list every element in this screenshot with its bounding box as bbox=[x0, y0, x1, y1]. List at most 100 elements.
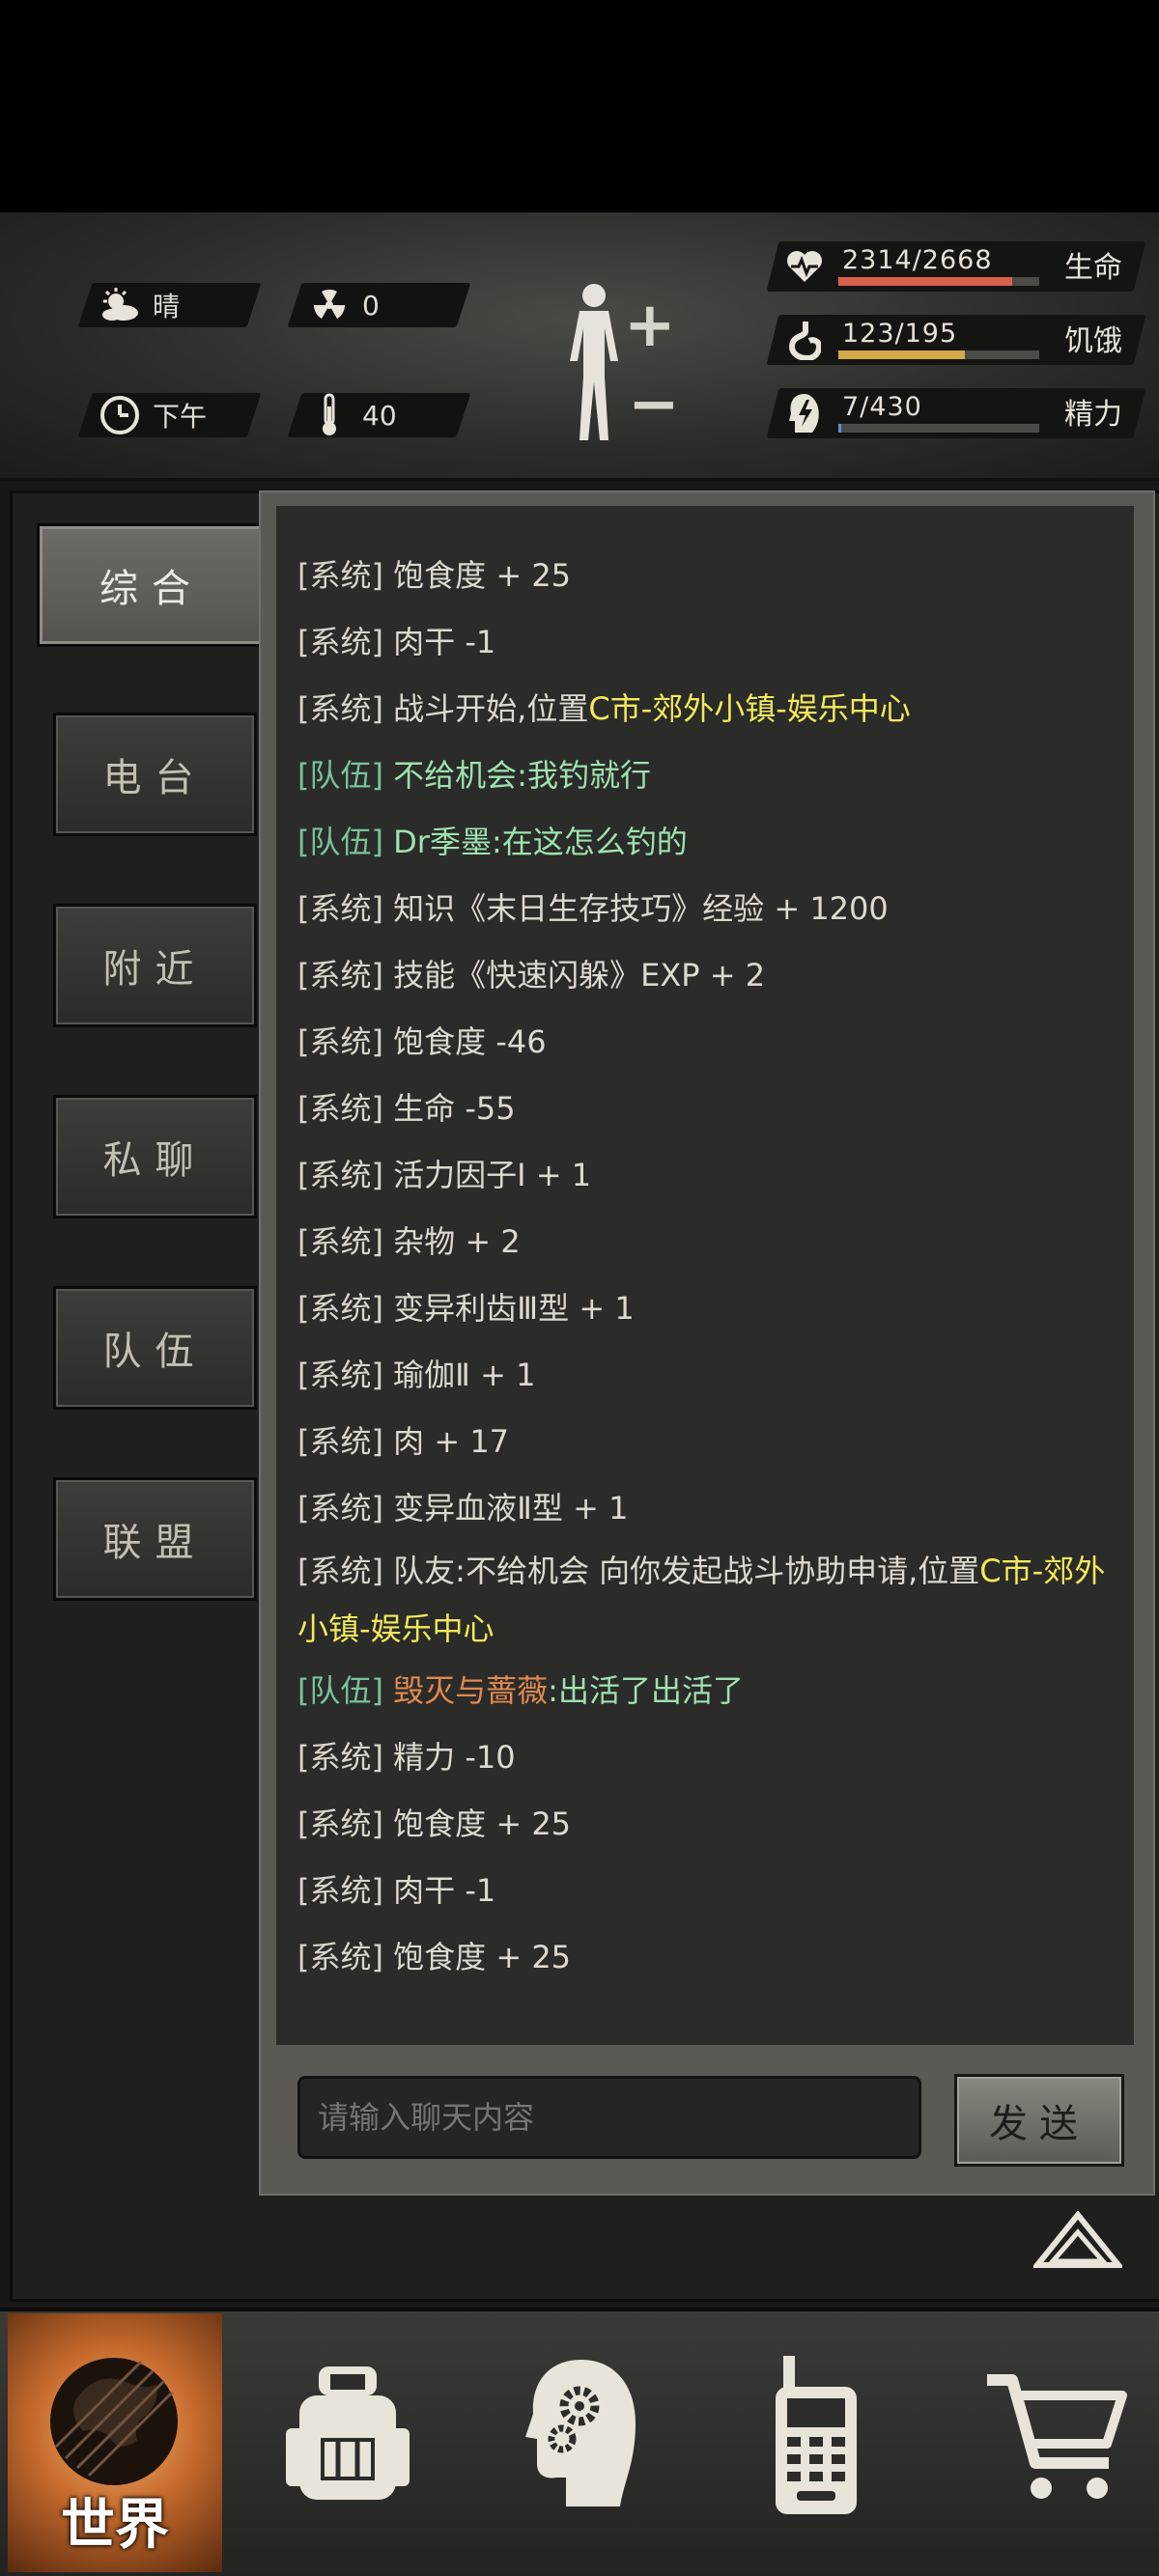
time-pill: 下午 bbox=[77, 393, 262, 437]
message-channel: [系统] bbox=[297, 1939, 383, 1975]
message-text: 队友:不给机会 向你发起战斗协助申请,位置 bbox=[393, 1553, 980, 1589]
message-sender[interactable]: 毁灭与蔷薇 bbox=[393, 1672, 548, 1709]
message-channel: [系统] bbox=[297, 1357, 383, 1393]
message-text: 饱食度 -46 bbox=[393, 1023, 547, 1060]
tab-general[interactable]: 综合 bbox=[37, 523, 267, 647]
message-channel: [系统] bbox=[297, 1490, 383, 1526]
chat-message: [系统] 战斗开始,位置C市-郊外小镇-娱乐中心 bbox=[297, 676, 1128, 742]
message-text: 饱食度 + 25 bbox=[393, 1806, 572, 1842]
time-value: 下午 bbox=[153, 401, 208, 433]
chat-message: [系统] 变异利齿Ⅲ型 + 1 bbox=[297, 1275, 1128, 1342]
minus-icon[interactable]: − bbox=[628, 369, 680, 440]
message-text: Dr季墨:在这怎么钓的 bbox=[393, 824, 688, 860]
message-channel: [系统] bbox=[297, 1023, 383, 1060]
message-list: [系统] 饱食度 + 25 [系统] 肉干 -1 [系统] 战斗开始,位置C市-郊外… bbox=[297, 521, 1128, 2012]
clipped-line bbox=[297, 521, 1128, 543]
tab-team[interactable]: 队伍 bbox=[53, 1286, 257, 1410]
chat-input[interactable] bbox=[297, 2076, 921, 2159]
cart-icon[interactable] bbox=[983, 2370, 1128, 2506]
chat-message: [系统] 变异血液Ⅱ型 + 1 bbox=[297, 1475, 1128, 1542]
chat-message: [系统] 精力 -10 bbox=[297, 1724, 1128, 1791]
message-text: 精力 -10 bbox=[393, 1739, 516, 1776]
message-text: 杂物 + 2 bbox=[393, 1223, 521, 1260]
message-channel: [系统] bbox=[297, 1423, 383, 1460]
message-text: 变异利齿Ⅲ型 + 1 bbox=[393, 1290, 635, 1327]
health-label: 生命 bbox=[1064, 251, 1122, 285]
energy-fill bbox=[838, 424, 842, 433]
chat-message: [系统] 饱食度 + 25 bbox=[297, 1924, 1128, 1991]
chat-message: [系统] 杂物 + 2 bbox=[297, 1209, 1128, 1275]
message-location-link[interactable]: C市-郊外小镇-娱乐中心 bbox=[588, 690, 910, 727]
tab-radio[interactable]: 电台 bbox=[53, 713, 257, 836]
chat-message: [队伍] 不给机会:我钓就行 bbox=[297, 742, 1128, 809]
message-channel: [系统] bbox=[297, 1157, 383, 1193]
chat-message: [系统] 活力因子Ⅰ + 1 bbox=[297, 1142, 1128, 1209]
chat-message: [队伍] Dr季墨:在这怎么钓的 bbox=[297, 809, 1128, 876]
head-gears-icon[interactable] bbox=[523, 2356, 639, 2510]
message-channel: [系统] bbox=[297, 1553, 383, 1589]
message-text: :出活了出活了 bbox=[548, 1672, 744, 1709]
message-channel: [系统] bbox=[297, 557, 383, 594]
nav-world-label: 世界 bbox=[61, 2494, 169, 2557]
chat-message: [系统] 队友:不给机会 向你发起战斗协助申请,位置C市-郊外小镇-娱乐中心 bbox=[297, 1542, 1128, 1658]
message-channel: [系统] bbox=[297, 624, 383, 660]
collapse-up-icon[interactable] bbox=[1033, 2211, 1122, 2269]
message-text: 战斗开始,位置 bbox=[393, 690, 589, 727]
message-text: 肉干 -1 bbox=[393, 624, 496, 660]
message-text: 瑜伽Ⅱ + 1 bbox=[393, 1357, 536, 1393]
message-channel: [队伍] bbox=[297, 824, 383, 860]
message-text: 生命 -55 bbox=[393, 1090, 516, 1127]
message-text: 知识《末日生存技巧》经验 + 1200 bbox=[393, 890, 889, 927]
heartbeat-icon bbox=[784, 245, 825, 288]
hunger-value: 123/195 bbox=[842, 319, 958, 349]
message-channel: [系统] bbox=[297, 1223, 383, 1260]
hunger-label: 饥饿 bbox=[1064, 324, 1122, 358]
weather-value: 晴 bbox=[153, 291, 181, 322]
message-text: 活力因子Ⅰ + 1 bbox=[393, 1157, 592, 1193]
chat-message: [系统] 肉干 -1 bbox=[297, 609, 1128, 676]
chat-message: [系统] 肉 + 17 bbox=[297, 1409, 1128, 1475]
weather-pill: 晴 bbox=[77, 283, 262, 327]
walkie-talkie-icon[interactable] bbox=[768, 2354, 864, 2518]
message-channel: [系统] bbox=[297, 1739, 383, 1776]
chat-message: [队伍] 毁灭与蔷薇:出活了出活了 bbox=[297, 1658, 1128, 1724]
chat-message: [系统] 饱食度 + 25 bbox=[297, 543, 1128, 609]
stomach-icon bbox=[784, 319, 825, 361]
tab-private[interactable]: 私聊 bbox=[53, 1095, 257, 1218]
chat-message: [系统] 生命 -55 bbox=[297, 1076, 1128, 1142]
temperature-value: 40 bbox=[362, 399, 397, 432]
head-bolt-icon bbox=[784, 392, 825, 434]
plus-icon[interactable]: + bbox=[624, 290, 676, 361]
chat-message: [系统] 知识《末日生存技巧》经验 + 1200 bbox=[297, 876, 1128, 942]
chat-message: [系统] 饱食度 + 25 bbox=[297, 1791, 1128, 1858]
message-text: 不给机会:我钓就行 bbox=[393, 757, 651, 794]
message-channel: [系统] bbox=[297, 957, 383, 994]
message-channel: [系统] bbox=[297, 1290, 383, 1327]
message-text: 饱食度 + 25 bbox=[393, 557, 572, 594]
send-button[interactable]: 发送 bbox=[954, 2074, 1124, 2167]
message-channel: [系统] bbox=[297, 1872, 383, 1909]
radiation-icon bbox=[308, 284, 351, 326]
chat-message: [系统] 瑜伽Ⅱ + 1 bbox=[297, 1342, 1128, 1409]
backpack-icon[interactable] bbox=[282, 2361, 413, 2506]
health-fill bbox=[838, 277, 1013, 286]
message-channel: [系统] bbox=[297, 1806, 383, 1842]
message-text: 变异血液Ⅱ型 + 1 bbox=[393, 1490, 629, 1526]
message-text: 技能《快速闪躲》EXP + 2 bbox=[393, 957, 766, 994]
message-channel: [队伍] bbox=[297, 1672, 383, 1709]
sun-cloud-icon bbox=[99, 284, 141, 326]
chat-log[interactable]: [系统] 饱食度 + 25 [系统] 肉干 -1 [系统] 战斗开始,位置C市-郊外… bbox=[276, 506, 1134, 2045]
temperature-pill: 40 bbox=[287, 393, 471, 437]
chat-message: [系统] 技能《快速闪躲》EXP + 2 bbox=[297, 942, 1128, 1009]
thermometer-icon bbox=[308, 393, 351, 436]
chat-message: [系统] 肉干 -1 bbox=[297, 1858, 1128, 1924]
health-value: 2314/2668 bbox=[842, 245, 993, 275]
hunger-fill bbox=[838, 350, 966, 359]
top-black-bar bbox=[0, 0, 1159, 212]
message-text: 肉干 -1 bbox=[393, 1872, 496, 1909]
message-channel: [系统] bbox=[297, 1090, 383, 1127]
tab-nearby[interactable]: 附近 bbox=[53, 904, 257, 1027]
tab-alliance[interactable]: 联盟 bbox=[53, 1477, 257, 1601]
clock-icon bbox=[99, 394, 141, 436]
message-text: 饱食度 + 25 bbox=[393, 1939, 572, 1975]
